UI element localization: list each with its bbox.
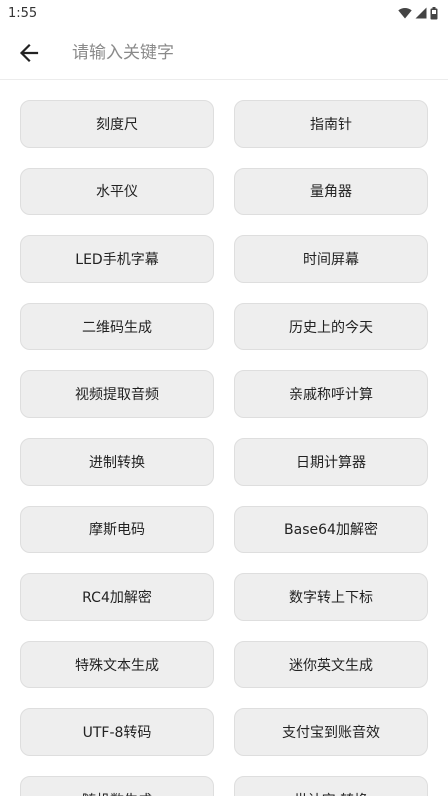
arrow-back-icon xyxy=(19,43,39,62)
wifi-icon xyxy=(398,8,412,19)
tool-button[interactable]: 刻度尺 xyxy=(20,100,214,148)
tool-button[interactable]: 指南针 xyxy=(234,100,428,148)
tool-button[interactable]: Base64加解密 xyxy=(234,505,428,554)
tool-grid: 刻度尺 指南针 水平仪 量角器 LED手机字幕 时间屏幕 二维码生成 历史上的今天 视频提取音频… xyxy=(20,100,428,796)
tool-button[interactable]: LED手机字幕 xyxy=(20,235,214,283)
status-bar: 1:55 xyxy=(0,0,448,26)
screen: 1:55 刻度尺指南针水平仪量角器 LED手机字幕时间屏幕二维码生成历史上的今天视… xyxy=(0,0,448,796)
tool-button[interactable]: 水平仪 xyxy=(20,167,214,216)
tool-button[interactable]: 数字转上下标 xyxy=(234,573,428,621)
tool-button[interactable]: RC4加解密 xyxy=(20,573,214,621)
tool-button[interactable]: 迷你英文生成 xyxy=(234,640,428,689)
tool-button[interactable]: 视频提取音频 xyxy=(20,370,214,418)
cellular-signal-icon xyxy=(415,7,427,19)
status-icons xyxy=(398,6,438,20)
tool-button[interactable]: 支付宝到账音效 xyxy=(234,708,428,756)
tool-button[interactable]: 历史上的今天 xyxy=(234,302,428,351)
search-input[interactable] xyxy=(72,32,448,73)
tool-button[interactable]: UTF-8转码 xyxy=(20,708,214,756)
tool-button[interactable]: 随机数生成 xyxy=(20,775,214,796)
back-button[interactable] xyxy=(0,26,56,80)
tool-button[interactable]: 量角器 xyxy=(234,167,428,216)
tool-button[interactable]: 世计宝 转换 xyxy=(234,775,428,796)
status-time: 1:55 xyxy=(8,5,38,21)
tool-button[interactable]: 特殊文本生成 xyxy=(20,640,214,689)
tool-button[interactable]: 进制转换 xyxy=(20,437,214,486)
tool-button[interactable]: 摩斯电码 xyxy=(20,505,214,554)
tool-button[interactable]: 时间屏幕 xyxy=(234,235,428,283)
tool-button[interactable]: 日期计算器 xyxy=(234,437,428,486)
battery-icon xyxy=(430,6,438,19)
tool-button[interactable]: 二维码生成 xyxy=(20,302,214,351)
search-header xyxy=(0,26,448,80)
tool-button[interactable]: 亲戚称呼计算 xyxy=(234,370,428,418)
